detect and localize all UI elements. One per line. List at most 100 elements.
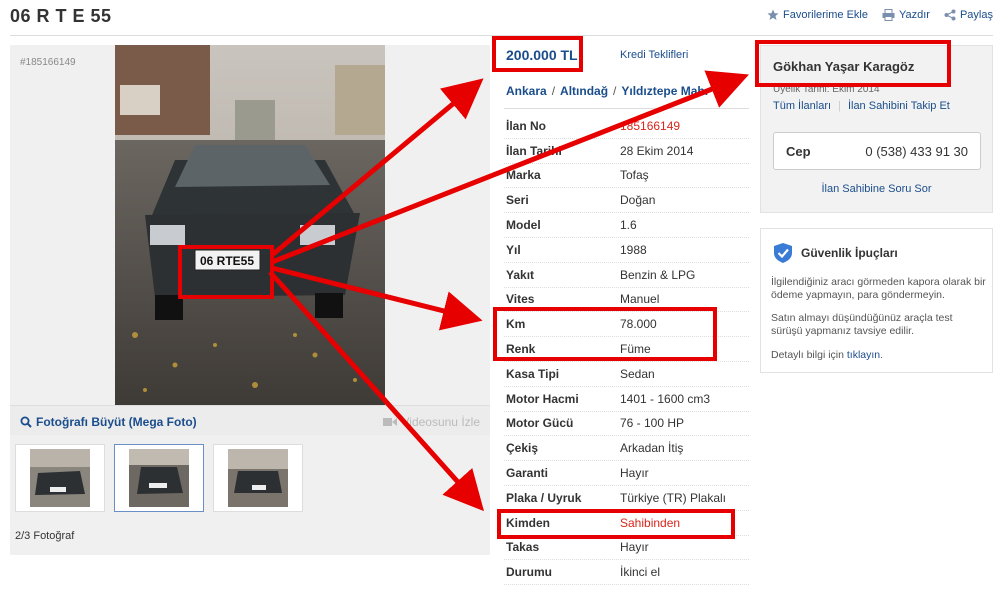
detail-value: Hayır: [620, 466, 649, 481]
detail-value: Manuel: [620, 292, 660, 307]
print-button[interactable]: Yazdır: [882, 9, 930, 21]
breadcrumb-divider: [504, 108, 749, 109]
breadcrumb-city[interactable]: Ankara: [506, 84, 547, 98]
detail-row: İlan Tarihi 28 Ekim 2014: [504, 139, 749, 164]
detail-row: Motor Hacmi 1401 - 1600 cm3: [504, 387, 749, 412]
detail-key: Marka: [506, 168, 541, 183]
mega-photo-label: Fotoğrafı Büyüt (Mega Foto): [36, 415, 197, 429]
photo-count: 2/3 Fotoğraf: [15, 530, 75, 542]
detail-key: İlan Tarihi: [506, 143, 562, 158]
favorite-label: Favorilerime Ekle: [783, 9, 868, 21]
detail-value: 1401 - 1600 cm3: [620, 391, 711, 406]
detail-key: İlan No: [506, 118, 547, 133]
license-plate-text: 06 RTE55: [200, 254, 254, 268]
detail-row: Marka Tofaş: [504, 164, 749, 189]
detail-value: 185166149: [620, 118, 681, 133]
listing-number: #185166149: [20, 57, 76, 68]
seller-box: Gökhan Yaşar Karagöz Üyelik Tarihi: Ekim…: [760, 45, 993, 213]
ask-seller-link[interactable]: İlan Sahibine Soru Sor: [761, 183, 992, 195]
thumbnail-strip: [15, 444, 303, 512]
detail-key: Plaka / Uyruk: [506, 490, 582, 505]
header-divider: [10, 35, 993, 36]
thumbnail-image: [129, 449, 189, 507]
mega-photo-button[interactable]: Fotoğrafı Büyüt (Mega Foto): [20, 415, 197, 429]
safety-tip-3: Detaylı bilgi için tıklayın.: [771, 349, 986, 362]
detail-row: Durumu İkinci el: [504, 560, 749, 586]
safety-tip-1: İlgilendiğiniz aracı görmeden kapora ola…: [771, 276, 986, 301]
detail-key: Km: [506, 317, 526, 332]
link-separator: |: [838, 100, 841, 112]
detail-value: Arkadan İtiş: [620, 441, 684, 456]
video-button[interactable]: Videosunu İzle: [383, 415, 480, 429]
thumbnail-3[interactable]: [213, 444, 303, 512]
phone-number: 0 (538) 433 91 30: [865, 143, 968, 159]
main-photo[interactable]: 06 RTE55: [115, 45, 385, 405]
share-button[interactable]: Paylaş: [944, 9, 993, 21]
price: 200.000 TL: [506, 47, 578, 63]
breadcrumb-district[interactable]: Altındağ: [560, 84, 608, 98]
location-breadcrumb: Ankara / Altındağ / Yıldıztepe Mah.: [506, 84, 709, 98]
page-title: 06 R T E 55: [10, 6, 112, 26]
all-listings-link[interactable]: Tüm İlanları: [773, 100, 831, 112]
detail-key: Model: [506, 218, 541, 233]
detail-row: Kimden Sahibinden: [504, 511, 749, 536]
detail-key: Takas: [506, 540, 540, 555]
detail-key: Seri: [506, 193, 529, 208]
detail-row: Model 1.6: [504, 213, 749, 238]
thumbnail-image: [30, 449, 90, 507]
details-link[interactable]: tıklayın: [847, 349, 880, 361]
detail-value: Benzin & LPG: [620, 267, 696, 282]
detail-row: Kasa Tipi Sedan: [504, 362, 749, 387]
share-label: Paylaş: [959, 9, 993, 21]
detail-key: Renk: [506, 342, 536, 357]
detail-key: Motor Gücü: [506, 416, 574, 431]
detail-key: Garanti: [506, 466, 549, 481]
safety-header: Güvenlik İpuçları: [773, 242, 898, 264]
detail-key: Motor Hacmi: [506, 391, 579, 406]
detail-row: Plaka / Uyruk Türkiye (TR) Plakalı: [504, 486, 749, 511]
share-icon: [944, 9, 956, 21]
detail-row: Yıl 1988: [504, 238, 749, 263]
detail-row: Vites Manuel: [504, 288, 749, 313]
detail-value: 1.6: [620, 218, 637, 233]
star-icon: [767, 9, 779, 20]
thumbnail-2[interactable]: [114, 444, 204, 512]
listing-details: İlan No 185166149 İlan Tarihi 28 Ekim 2014…: [504, 114, 749, 586]
detail-value: Hayır: [620, 540, 649, 555]
safety-tip-3-prefix: Detaylı bilgi için: [771, 349, 847, 361]
detail-key: Durumu: [506, 565, 552, 580]
breadcrumb-neighborhood[interactable]: Yıldıztepe Mah.: [621, 84, 708, 98]
credit-offers-link[interactable]: Kredi Teklifleri: [620, 49, 688, 61]
top-actions: Favorilerime Ekle Yazdır Paylaş: [767, 9, 993, 21]
thumbnail-1[interactable]: [15, 444, 105, 512]
detail-key: Kimden: [506, 515, 551, 530]
phone-box[interactable]: Cep 0 (538) 433 91 30: [773, 132, 981, 170]
detail-value: Türkiye (TR) Plakalı: [620, 490, 727, 505]
phone-label: Cep: [786, 143, 811, 159]
detail-value: İkinci el: [620, 565, 661, 580]
detail-key: Vites: [506, 292, 535, 307]
detail-row: Motor Gücü 76 - 100 HP: [504, 412, 749, 437]
detail-row: Seri Doğan: [504, 188, 749, 214]
detail-key: Çekiş: [506, 441, 539, 456]
member-since: Üyelik Tarihi: Ekim 2014: [773, 84, 880, 95]
mega-photo-bar: Fotoğrafı Büyüt (Mega Foto) Videosunu İz…: [10, 405, 490, 435]
detail-value: Sedan: [620, 366, 655, 381]
detail-value: Doğan: [620, 193, 656, 208]
follow-seller-link[interactable]: İlan Sahibini Takip Et: [848, 100, 950, 112]
detail-row: Yakıt Benzin & LPG: [504, 263, 749, 288]
search-icon: [20, 416, 32, 428]
detail-value: 28 Ekim 2014: [620, 143, 694, 158]
detail-row: Km 78.000: [504, 312, 749, 338]
shield-check-icon: [774, 243, 792, 263]
safety-title: Güvenlik İpuçları: [801, 246, 898, 260]
seller-links: Tüm İlanları | İlan Sahibini Takip Et: [773, 100, 950, 112]
detail-row: İlan No 185166149: [504, 114, 749, 139]
detail-row: Renk Füme: [504, 337, 749, 362]
detail-row: Garanti Hayır: [504, 461, 749, 486]
video-camera-icon: [383, 418, 398, 426]
detail-key: Yakıt: [506, 267, 535, 282]
favorite-button[interactable]: Favorilerime Ekle: [767, 9, 868, 21]
detail-row: Takas Hayır: [504, 536, 749, 561]
car-photo-image: 06 RTE55: [115, 45, 385, 405]
